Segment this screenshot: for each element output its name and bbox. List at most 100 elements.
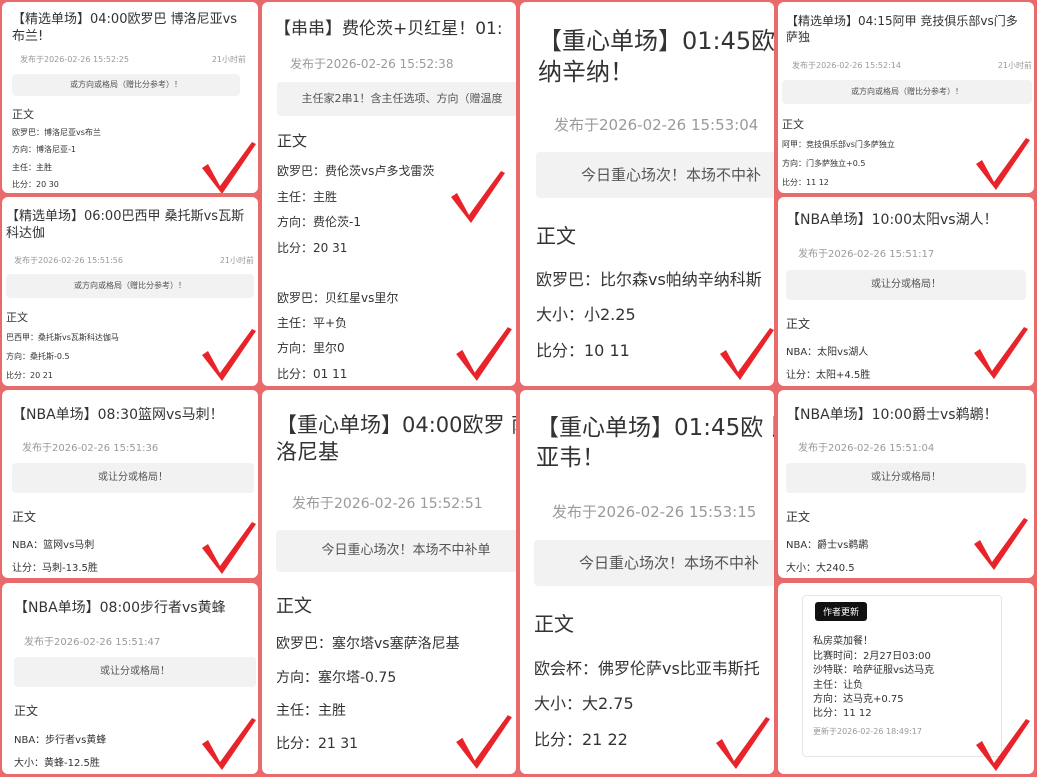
summary-bar: 主任家2串1！含主任选项、方向（赠温度 (277, 82, 516, 116)
content-line: 阿甲：竞技俱乐部vs门多萨独立 (782, 140, 895, 149)
check-mark-icon (452, 710, 514, 772)
check-mark-icon (198, 713, 258, 773)
post-card[interactable]: 【重心单场】01:45欧 纳辛纳！ 发布于2026-02-26 15:53:04… (520, 2, 774, 386)
section-heading: 正文 (277, 132, 308, 150)
check-mark-icon (712, 712, 772, 772)
publish-time: 发布于2026-02-26 15:51:56 (14, 256, 123, 265)
post-title[interactable]: 【重心单场】04:00欧罗 萨洛尼基 (276, 412, 516, 467)
publish-time: 发布于2026-02-26 15:53:04 (554, 116, 759, 134)
summary-bar: 今日重心场次！本场不中补单 (276, 530, 516, 572)
content-line: NBA：爵士vs鹈鹕 (786, 540, 869, 551)
content-line: 欧罗巴：博洛尼亚vs布兰 (12, 128, 101, 137)
time-ago: 21小时前 (997, 61, 1032, 70)
content-line: 方向：塞尔塔-0.75 (276, 670, 397, 686)
check-mark-icon (452, 322, 514, 384)
section-heading: 正文 (14, 704, 39, 718)
post-card[interactable]: 【NBA单场】10:00太阳vs湖人！ 发布于2026-02-26 15:51:… (778, 197, 1034, 386)
post-card[interactable]: 【重心单场】01:45欧 比亚韦！ 发布于2026-02-26 15:53:15… (520, 390, 774, 774)
summary-bar: 或让分或格局！ (786, 270, 1026, 300)
post-title[interactable]: 【NBA单场】08:30篮网vs马刺！ (12, 406, 252, 424)
content-line: 欧会杯：佛罗伦萨vs比亚韦斯托 (534, 659, 760, 678)
check-mark-icon (716, 322, 774, 384)
post-title[interactable]: 【NBA单场】10:00爵士vs鹈鹕！ (786, 406, 1032, 424)
publish-time: 发布于2026-02-26 15:52:51 (292, 496, 483, 512)
post-title[interactable]: 【重心单场】01:45欧 比亚韦！ (536, 414, 774, 474)
post-card[interactable]: 【NBA单场】10:00爵士vs鹈鹕！ 发布于2026-02-26 15:51:… (778, 390, 1034, 578)
content-line: 比分：10 11 (536, 341, 630, 360)
post-card[interactable]: 【精选单场】06:00巴西甲 桑托斯vs瓦斯科达伽 发布于2026-02-26 … (2, 197, 258, 386)
post-card[interactable]: 【NBA单场】08:30篮网vs马刺！ 发布于2026-02-26 15:51:… (2, 390, 258, 578)
post-title[interactable]: 【NBA单场】10:00太阳vs湖人！ (786, 211, 1032, 229)
check-mark-icon (198, 138, 258, 193)
section-heading: 正文 (782, 118, 804, 131)
publish-time: 发布于2026-02-26 15:52:25 (20, 55, 129, 64)
check-mark-icon (447, 166, 507, 226)
post-meta: 发布于2026-02-26 15:52:25 21小时前 (20, 54, 246, 65)
content-line: 方向：桑托斯-0.5 (6, 352, 70, 361)
post-meta: 发布于2026-02-26 15:51:04 (798, 439, 934, 454)
content-line: 让分：马刺-13.5胜 (12, 563, 98, 574)
post-meta: 发布于2026-02-26 15:51:36 (22, 439, 158, 454)
publish-time: 发布于2026-02-26 15:51:47 (24, 637, 161, 648)
content-line: 主任：主胜 (276, 703, 346, 719)
author-update-tag: 作者更新 (815, 602, 868, 621)
check-mark-icon (198, 325, 258, 383)
check-mark-icon (198, 518, 258, 576)
post-meta: 发布于2026-02-26 15:52:14 21小时前 (792, 60, 1032, 71)
content-line: 比分：11 12 (782, 178, 829, 187)
content-line: 巴西甲：桑托斯vs瓦斯科达伽马 (6, 333, 119, 342)
content-line: 主任：平+负 (277, 316, 348, 330)
publish-time: 发布于2026-02-26 15:51:04 (798, 443, 935, 454)
post-card[interactable]: 【重心单场】04:00欧罗 萨洛尼基 发布于2026-02-26 15:52:5… (262, 390, 516, 774)
content-line: 比分：20 21 (6, 371, 53, 380)
summary-bar: 今日重心场次！本场不中补 (534, 540, 774, 586)
content-line: 比分：11 12 (813, 708, 872, 719)
content-line: 欧罗巴：贝红星vs里尔 (277, 291, 399, 305)
time-ago: 21小时前 (219, 256, 254, 265)
post-title[interactable]: 【精选单场】04:00欧罗巴 博洛尼亚vs布兰! (12, 12, 242, 46)
post-meta: 发布于2026-02-26 15:52:51 (292, 493, 483, 513)
content-line: 比分：20 30 (12, 180, 59, 189)
post-card[interactable]: 【精选单场】04:00欧罗巴 博洛尼亚vs布兰! 发布于2026-02-26 1… (2, 2, 258, 193)
section-heading: 正文 (786, 317, 811, 331)
content-line: 方向：博洛尼亚-1 (12, 145, 76, 154)
post-meta: 发布于2026-02-26 15:51:56 21小时前 (14, 255, 254, 266)
post-title[interactable]: 【重心单场】01:45欧 纳辛纳！ (538, 26, 774, 88)
post-meta: 发布于2026-02-26 15:51:47 (24, 633, 160, 648)
post-card[interactable]: 【串串】费伦茨+贝红星！01: 发布于2026-02-26 15:52:38 主… (262, 2, 516, 386)
post-title[interactable]: 【NBA单场】08:00步行者vs黄蜂 (14, 599, 258, 617)
update-time: 更新于2026-02-26 18:49:17 (813, 727, 922, 736)
content-line: 欧罗巴：比尔森vs帕纳辛纳科斯 (536, 270, 762, 289)
content-line: 比分：21 22 (534, 730, 628, 749)
post-title[interactable]: 【精选单场】04:15阿甲 竞技俱乐部vs门多萨独 (786, 14, 1022, 45)
content-line: 大小：大2.75 (534, 694, 634, 713)
post-title[interactable]: 【精选单场】06:00巴西甲 桑托斯vs瓦斯科达伽 (6, 209, 246, 243)
post-card[interactable]: 【精选单场】04:15阿甲 竞技俱乐部vs门多萨独 发布于2026-02-26 … (778, 2, 1034, 193)
content-line: 比分：20 31 (277, 241, 348, 255)
time-ago: 21小时前 (211, 55, 246, 64)
summary-bar: 或让分或格局！ (786, 463, 1026, 493)
content-line: 沙特联：哈萨征服vs达马克 (813, 665, 935, 676)
content-line: 私房菜加餐！ (813, 636, 873, 647)
check-mark-icon (970, 323, 1030, 381)
content-line: NBA：篮网vs马刺 (12, 540, 95, 551)
author-update-card[interactable]: 作者更新 私房菜加餐！ 比赛时间：2月27日03:00 沙特联：哈萨征服vs达马… (778, 583, 1034, 774)
section-heading: 正文 (536, 224, 576, 248)
post-card[interactable]: 【NBA单场】08:00步行者vs黄蜂 发布于2026-02-26 15:51:… (2, 583, 258, 774)
check-mark-icon (970, 514, 1030, 572)
content-line: 方向：里尔0 (277, 341, 345, 355)
content-line: 方向：门多萨独立+0.5 (782, 159, 866, 168)
content-line: 比分：01 11 (277, 367, 348, 381)
content-line: NBA：步行者vs黄蜂 (14, 735, 107, 746)
publish-time: 发布于2026-02-26 15:53:15 (552, 503, 757, 521)
section-heading: 正文 (12, 108, 34, 121)
publish-time: 发布于2026-02-26 15:52:38 (290, 57, 454, 71)
summary-bar: 或方向或格局（赠比分参考）！ (12, 74, 240, 96)
content-line: 大小：小2.25 (536, 305, 636, 324)
section-heading: 正文 (786, 510, 811, 524)
post-meta: 发布于2026-02-26 15:52:38 (290, 55, 453, 72)
post-meta: 发布于2026-02-26 15:53:04 (554, 114, 758, 135)
publish-time: 发布于2026-02-26 15:51:36 (22, 443, 159, 454)
publish-time: 发布于2026-02-26 15:52:14 (792, 61, 901, 70)
post-title[interactable]: 【串串】费伦茨+贝红星！01: (274, 18, 516, 40)
